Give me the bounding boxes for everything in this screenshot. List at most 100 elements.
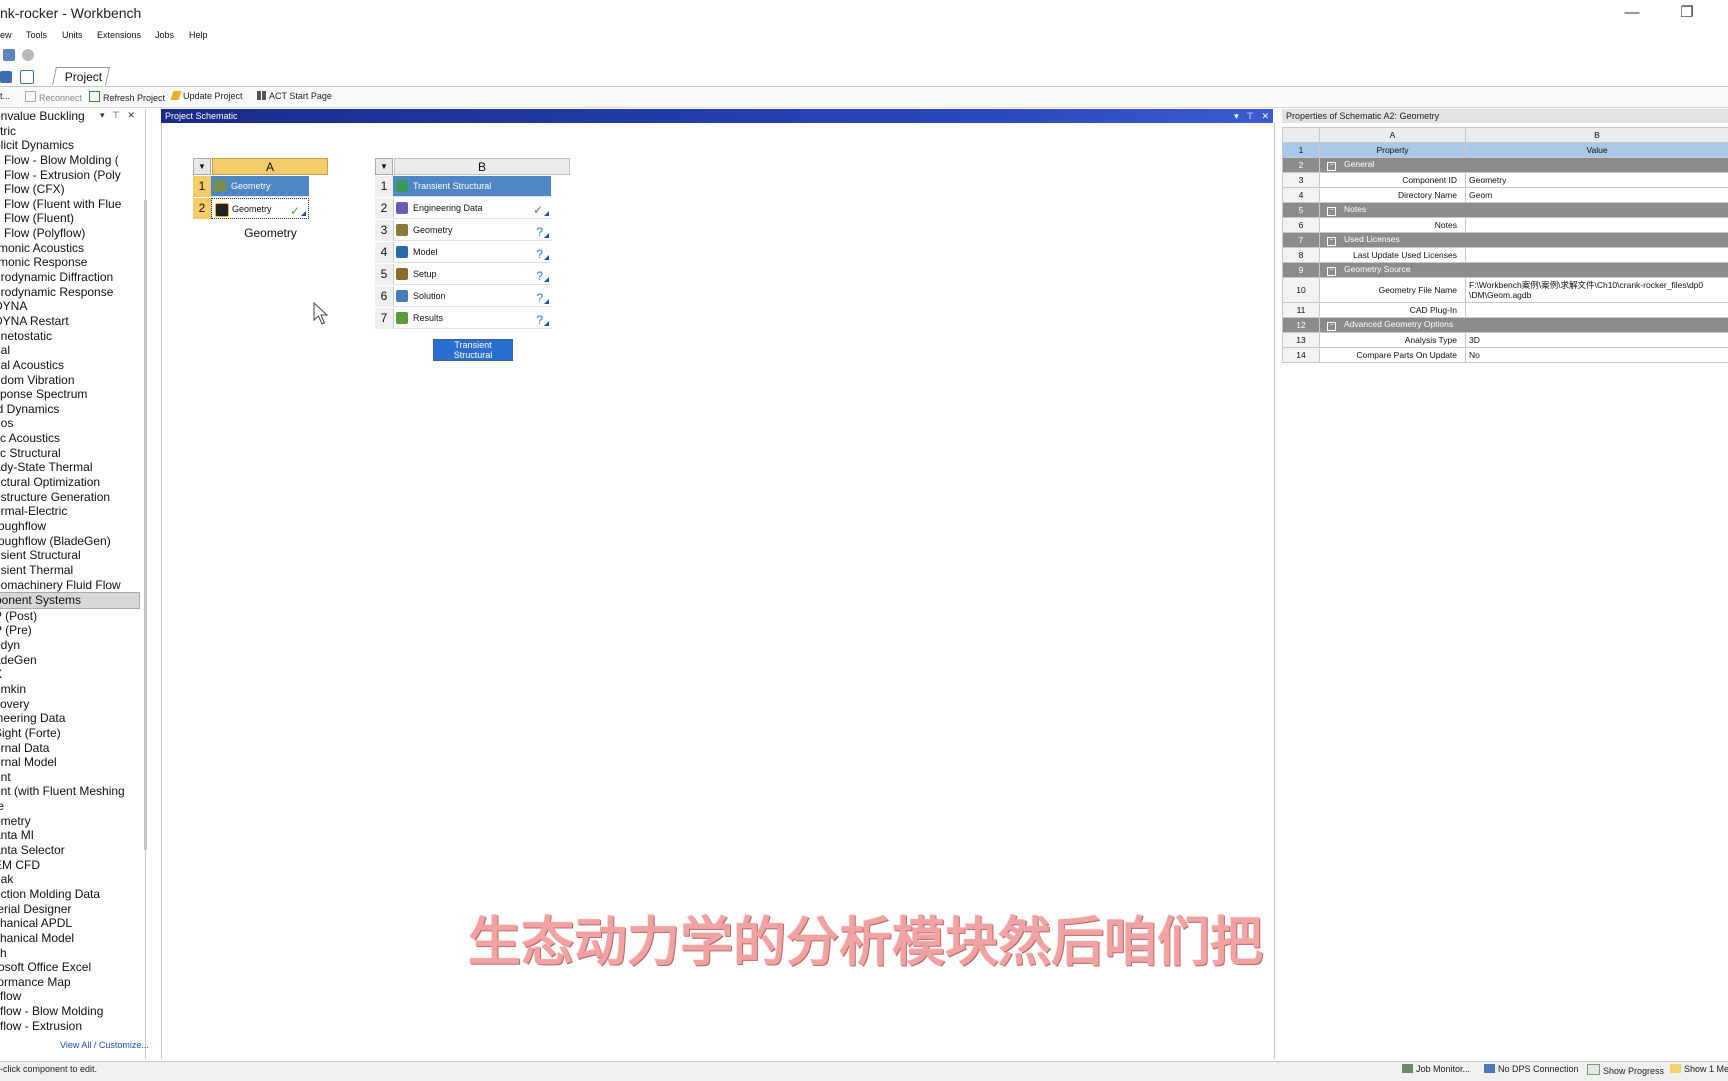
toolbox-item[interactable]: ady-State Thermal	[0, 460, 140, 475]
property-value[interactable]: Geom	[1466, 188, 1728, 203]
toolbox-item[interactable]: id Dynamics	[0, 402, 140, 417]
toolbox-item[interactable]: ostructure Generation	[0, 490, 140, 505]
property-value[interactable]: Geometry	[1466, 173, 1728, 188]
cell-body[interactable]: Engineering Data✓	[393, 198, 551, 219]
toolbox-group-header[interactable]: ponent Systems	[0, 592, 140, 609]
system-a-name[interactable]: Geometry	[193, 226, 338, 240]
system-b-cell[interactable]: 5Setup?	[375, 264, 551, 285]
system-a-dropdown[interactable]: ▼	[193, 158, 211, 175]
import-icon[interactable]	[3, 49, 15, 61]
cell-body[interactable]: Setup?	[393, 264, 551, 285]
cell-context-corner-icon[interactable]	[544, 299, 549, 304]
toolbox-item[interactable]: uctural Optimization	[0, 475, 140, 490]
toolbox-item[interactable]: bomachinery Fluid Flow	[0, 578, 140, 593]
menu-jobs[interactable]: Jobs	[155, 30, 174, 40]
toolbox-item[interactable]: covery	[0, 697, 140, 712]
cell-context-corner-icon[interactable]	[544, 211, 549, 216]
property-value[interactable]: No	[1466, 348, 1728, 363]
cell-context-corner-icon[interactable]	[544, 277, 549, 282]
cell-context-corner-icon[interactable]	[544, 255, 549, 260]
system-b-cell[interactable]: 4Model?	[375, 242, 551, 263]
show-messages-button[interactable]: Show 1 Me	[1670, 1064, 1728, 1074]
toolbox-item[interactable]: ometry	[0, 814, 140, 829]
property-row[interactable]: 14Compare Parts On UpdateNo	[1283, 348, 1728, 363]
toolbox-item[interactable]: EM CFD	[0, 858, 140, 873]
reconnect-circle-icon[interactable]	[22, 49, 34, 61]
toolbox-item[interactable]: yflow - Blow Molding	[0, 1004, 140, 1019]
toolbox-item[interactable]: ctric	[0, 124, 140, 139]
toolbox-scrollbar[interactable]	[144, 200, 147, 850]
toolbox-header-controls[interactable]: ▾ ⊤ ✕	[100, 110, 135, 121]
toolbox-item[interactable]: Sight (Forte)	[0, 726, 140, 741]
collapse-icon[interactable]: −	[1327, 322, 1336, 331]
toolbox-item[interactable]: terial Designer	[0, 902, 140, 917]
collapse-icon[interactable]: −	[1327, 207, 1336, 216]
toolbox-item[interactable]: ection Molding Data	[0, 887, 140, 902]
category-cell[interactable]: −Geometry Source	[1320, 263, 1728, 278]
cell-body[interactable]: Model?	[393, 242, 551, 263]
toolbox-item[interactable]: eos	[0, 416, 140, 431]
toolbox-item[interactable]: dal	[0, 343, 140, 358]
system-a-cell[interactable]: 1Geometry	[193, 176, 309, 197]
toolbox-item[interactable]: yflow	[0, 989, 140, 1004]
property-row[interactable]: 3Component IDGeometry	[1283, 173, 1728, 188]
category-row[interactable]: 5−Notes	[1283, 203, 1728, 218]
category-row[interactable]: 7−Used Licenses	[1283, 233, 1728, 248]
cell-body[interactable]: Results?	[393, 308, 551, 329]
property-row[interactable]: 13Analysis Type3D	[1283, 333, 1728, 348]
toolbox-item[interactable]: plicit Dynamics	[0, 138, 140, 153]
category-row[interactable]: 12−Advanced Geometry Options	[1283, 318, 1728, 333]
toolbox-item[interactable]: chanical APDL	[0, 916, 140, 931]
toolbox-item[interactable]: nsient Thermal	[0, 563, 140, 578]
collapse-icon[interactable]: −	[1327, 162, 1336, 171]
toolbox-item[interactable]: rmonic Acoustics	[0, 241, 140, 256]
toolbox-item[interactable]: sh	[0, 946, 140, 961]
reconnect-button[interactable]: Reconnect	[25, 91, 82, 103]
system-b-cell[interactable]: 3Geometry?	[375, 220, 551, 241]
system-b-cell[interactable]: 1Transient Structural	[375, 176, 551, 197]
toolbox-item[interactable]: DYNA	[0, 299, 140, 314]
toolbox-item[interactable]: ent (with Fluent Meshing	[0, 784, 140, 799]
save-icon[interactable]	[0, 71, 12, 83]
property-value[interactable]	[1466, 218, 1728, 233]
collapse-icon[interactable]: −	[1327, 237, 1336, 246]
act-start-page-button[interactable]: ACT Start Page	[257, 91, 332, 101]
toolbox-item[interactable]: X	[0, 667, 140, 682]
property-value[interactable]: F:\Workbench案例\案例\求解文件\Ch10\crank-rocker…	[1466, 278, 1728, 303]
menu-view[interactable]: ew	[0, 30, 12, 40]
property-value[interactable]	[1466, 303, 1728, 318]
toolbox-item[interactable]: d Flow - Blow Molding (	[0, 153, 140, 168]
toolbox-item[interactable]: P (Pre)	[0, 623, 140, 638]
toolbox-item[interactable]: P (Post)	[0, 609, 140, 624]
property-value[interactable]: 3D	[1466, 333, 1728, 348]
menu-units[interactable]: Units	[62, 30, 83, 40]
toolbox-item[interactable]: ent	[0, 770, 140, 785]
toolbox-item[interactable]: ineering Data	[0, 711, 140, 726]
tab-project[interactable]: Project	[52, 67, 110, 85]
toolbox-item[interactable]: tic Acoustics	[0, 431, 140, 446]
toolbox-item[interactable]: DYNA Restart	[0, 314, 140, 329]
toolbox-item[interactable]: ndom Vibration	[0, 373, 140, 388]
toolbox-item[interactable]: d Flow (CFX)	[0, 182, 140, 197]
toolbox-item[interactable]: anta MI	[0, 828, 140, 843]
report-icon[interactable]	[20, 70, 34, 84]
toolbox-item[interactable]: drodynamic Response	[0, 285, 140, 300]
toolbox-item[interactable]: rmonic Response	[0, 255, 140, 270]
menu-help[interactable]: Help	[189, 30, 208, 40]
minimize-button[interactable]: —	[1617, 2, 1647, 24]
category-row[interactable]: 9−Geometry Source	[1283, 263, 1728, 278]
cell-body[interactable]: Solution?	[393, 286, 551, 307]
cell-body[interactable]: Geometry	[211, 176, 309, 197]
schematic-header-controls[interactable]: ▾ ⊤ ✕	[1234, 109, 1269, 123]
toolbox-item[interactable]: chanical Model	[0, 931, 140, 946]
cell-body[interactable]: Geometry?	[393, 220, 551, 241]
property-value[interactable]	[1466, 248, 1728, 263]
property-row[interactable]: 8Last Update Used Licenses	[1283, 248, 1728, 263]
dps-connection-status[interactable]: No DPS Connection	[1484, 1064, 1579, 1074]
toolbox-item[interactable]: d Flow (Fluent with Flue	[0, 197, 140, 212]
cell-body[interactable]: Geometry✓	[211, 198, 309, 219]
menu-extensions[interactable]: Extensions	[97, 30, 141, 40]
toolbox-item[interactable]: emkin	[0, 682, 140, 697]
toolbox-item[interactable]: tic Structural	[0, 446, 140, 461]
show-progress-button[interactable]: Show Progress	[1587, 1064, 1664, 1076]
